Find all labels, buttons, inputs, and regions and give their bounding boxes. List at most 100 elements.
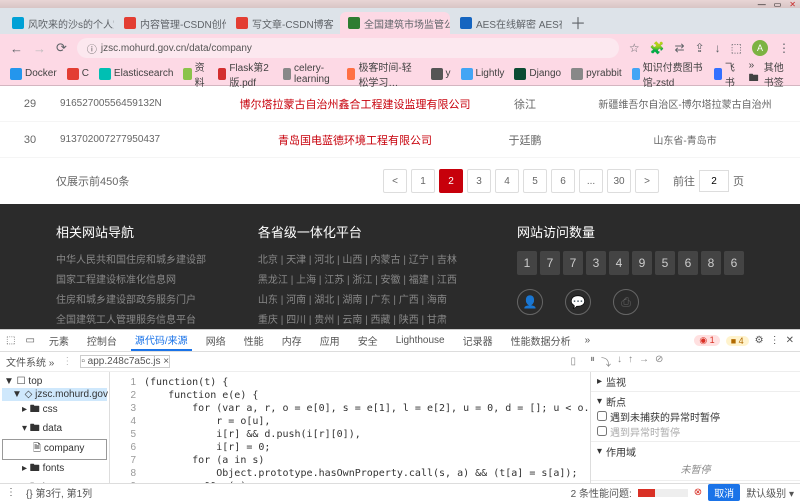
bookmark-item[interactable]: 知识付费图书馆-zstd [632, 59, 704, 89]
footer-link[interactable]: 全国建筑工人管理服务信息平台 [56, 311, 218, 329]
tree-node[interactable]: ▼ ☐ top [2, 375, 107, 388]
scope-section[interactable]: 作用域 [606, 444, 636, 459]
error-icon[interactable]: ⊗ [694, 487, 702, 498]
maximize-button[interactable]: ▭ [774, 0, 782, 9]
new-tab-button[interactable]: ＋ [564, 10, 592, 34]
share-icon[interactable]: ⇪ [695, 41, 705, 55]
extension-icon[interactable]: 🧩 [650, 41, 665, 55]
province-links[interactable]: 山东 | 河南 | 湖北 | 湖南 | 广东 | 广西 | 海南 [258, 291, 477, 311]
chat-icon[interactable]: 💬 [565, 289, 591, 315]
tab-lighthouse[interactable]: Lighthouse [392, 333, 449, 348]
tab-bilibili[interactable]: 风吹来的沙s的个人空间_哔哩× [4, 12, 114, 34]
tab-aes[interactable]: AES在线解密 AES在线加密 A× [452, 12, 562, 34]
prev-page-button[interactable]: < [383, 169, 407, 193]
tab-sources[interactable]: 源代码/来源 [131, 330, 192, 351]
pause-button[interactable]: ⏸ [590, 354, 595, 369]
bookmark-item[interactable]: 极客时间-轻松学习… [347, 59, 420, 89]
code-editor[interactable]: 1(function(t) { 2 function e(e) { 3 for … [110, 372, 590, 483]
file-tree[interactable]: ▼ ☐ top ▼ ◇ jzsc.mohurd.gov… ▸ 🖿 css ▾ 🖿… [0, 372, 110, 483]
bookmark-item[interactable]: Flask第2版.pdf [218, 59, 273, 89]
province-links[interactable]: 北京 | 天津 | 河北 | 山西 | 内蒙古 | 辽宁 | 吉林 [258, 251, 477, 271]
tab-memory[interactable]: 内存 [278, 331, 306, 350]
breakpoints-section[interactable]: 断点 [606, 394, 626, 409]
other-bookmarks[interactable]: » 🖿 其他书签 [749, 59, 790, 89]
tab-performance[interactable]: 性能 [240, 331, 268, 350]
page-button[interactable]: 5 [523, 169, 547, 193]
apps-icon[interactable]: ⬚ [731, 41, 742, 55]
next-page-button[interactable]: > [635, 169, 659, 193]
page-button[interactable]: 3 [467, 169, 491, 193]
page-button[interactable]: 6 [551, 169, 575, 193]
tab-elements[interactable]: 元素 [45, 331, 73, 350]
footer-link[interactable]: 中华人民共和国住房和城乡建设部 [56, 251, 218, 271]
page-button[interactable]: 4 [495, 169, 519, 193]
device-icon[interactable]: ▭ [25, 335, 34, 346]
cancel-button[interactable]: 取消 [708, 484, 740, 501]
minimize-button[interactable]: — [758, 0, 766, 9]
tab-security[interactable]: 安全 [354, 331, 382, 350]
step-into-button[interactable]: ↓ [617, 354, 622, 369]
province-links[interactable]: 重庆 | 四川 | 贵州 | 云南 | 西藏 | 陕西 | 甘肃 [258, 311, 477, 329]
tab-application[interactable]: 应用 [316, 331, 344, 350]
download-icon[interactable]: ↓ [715, 41, 721, 55]
footer-link[interactable]: 国家工程建设标准化信息网 [56, 271, 218, 291]
company-name-link[interactable]: 青岛国电蓝德环境工程有限公司 [230, 132, 480, 148]
close-devtools-button[interactable]: ✕ [786, 335, 794, 346]
watch-section[interactable]: 监视 [606, 374, 626, 389]
translate-icon[interactable]: ⇄ [675, 41, 685, 55]
tab-network[interactable]: 网络 [202, 331, 230, 350]
bookmark-item[interactable]: celery-learning [283, 63, 337, 85]
back-button[interactable]: ← [10, 41, 23, 56]
chevron-icon[interactable]: » [585, 335, 591, 346]
tree-node[interactable]: 🗎 company [2, 439, 107, 460]
pause-caught-checkbox[interactable] [597, 426, 607, 436]
bookmark-item[interactable]: Elasticsearch [99, 68, 173, 80]
tab-console[interactable]: 控制台 [83, 331, 121, 350]
error-count[interactable]: ◉ 1 [694, 335, 719, 346]
open-file-tab[interactable]: ▫ app.248c7a5c.js × [80, 355, 170, 368]
step-out-button[interactable]: ↑ [628, 354, 633, 369]
inspect-icon[interactable]: ⬚ [6, 335, 15, 346]
step-over-button[interactable]: ⤵ [601, 354, 611, 369]
contact-icon[interactable]: 👤 [517, 289, 543, 315]
warning-count[interactable]: ■ 4 [726, 336, 749, 346]
url-input[interactable]: ⓘjzsc.mohurd.gov.cn/data/company [77, 38, 619, 58]
console-toggle-icon[interactable]: ⋮ [6, 487, 16, 498]
gear-icon[interactable]: ⚙ [755, 335, 764, 346]
tab-jzsc[interactable]: 全国建筑市场监管公共服务平× [340, 12, 450, 34]
bookmark-item[interactable]: Docker [10, 68, 57, 80]
footer-link[interactable]: 住房和城乡建设部政务服务门户 [56, 291, 218, 311]
bookmark-item[interactable]: y [431, 68, 451, 80]
tree-node[interactable]: ▸ 🖿 fonts [2, 460, 107, 479]
tab-csdn-manage[interactable]: 内容管理-CSDN创作中心× [116, 12, 226, 34]
tab-recorder[interactable]: 记录器 [459, 331, 497, 350]
log-level-select[interactable]: 默认级别 ▾ [746, 485, 794, 500]
tab-insights[interactable]: 性能数据分析 [507, 331, 575, 350]
page-button[interactable]: 2 [439, 169, 463, 193]
bookmark-item[interactable]: 飞书 [714, 59, 739, 89]
tree-node[interactable]: ▼ ◇ jzsc.mohurd.gov… [2, 388, 107, 401]
filesystem-dropdown[interactable]: 文件系统 » [6, 354, 54, 369]
bookmark-item[interactable]: Django [514, 68, 561, 80]
pause-uncaught-checkbox[interactable] [597, 411, 607, 421]
province-links[interactable]: 黑龙江 | 上海 | 江苏 | 浙江 | 安徽 | 福建 | 江西 [258, 271, 477, 291]
window-close-button[interactable]: ✕ [789, 0, 796, 9]
page-button[interactable]: 30 [607, 169, 631, 193]
tree-node[interactable]: ▸ 🖿 css [2, 401, 107, 420]
bookmark-item[interactable]: Lightly [461, 68, 505, 80]
bookmark-star-icon[interactable]: ☆ [629, 41, 640, 55]
tab-csdn-write[interactable]: 写文章-CSDN博客× [228, 12, 338, 34]
bookmark-item[interactable]: C [67, 68, 89, 80]
step-button[interactable]: → [639, 354, 649, 369]
bookmark-item[interactable]: pyrabbit [571, 68, 622, 80]
company-name-link[interactable]: 博尔塔拉蒙古自治州鑫合工程建设监理有限公司 [230, 96, 480, 112]
deactivate-bp-button[interactable]: ⊘ [655, 354, 663, 369]
more-icon[interactable]: ⋮ [770, 335, 780, 346]
reload-button[interactable]: ⟳ [56, 40, 67, 56]
goto-page-input[interactable] [699, 170, 729, 192]
print-icon[interactable]: ⎙ [613, 289, 639, 315]
menu-button[interactable]: ⋮ [778, 41, 790, 55]
bookmark-item[interactable]: 资料 [183, 59, 208, 89]
profile-avatar[interactable]: A [752, 40, 768, 56]
tree-node[interactable]: ▾ 🖿 data [2, 420, 107, 439]
